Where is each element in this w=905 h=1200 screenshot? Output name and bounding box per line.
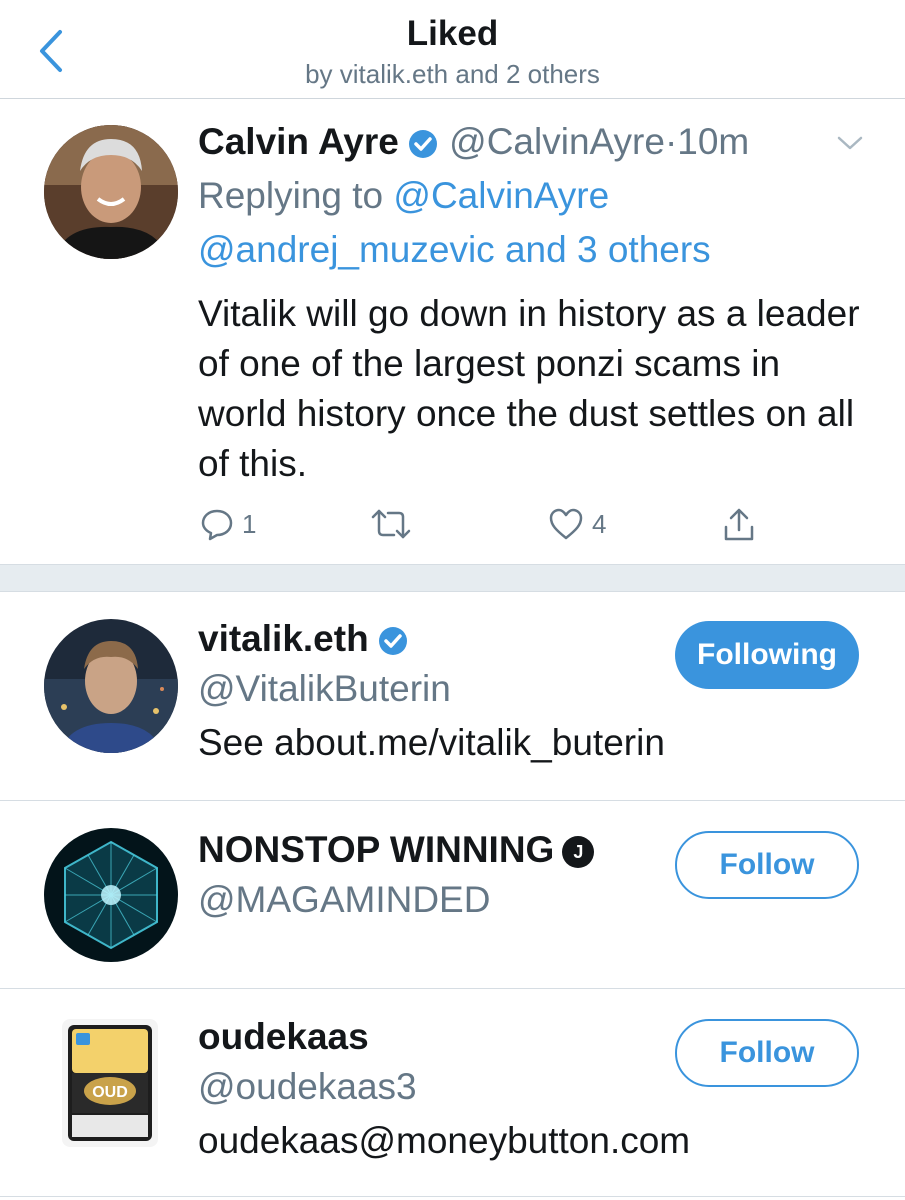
user-row[interactable]: OUD oudekaas @oudekaas3 oudekaas@moneybu… xyxy=(0,989,905,1197)
user-name-text: vitalik.eth xyxy=(198,618,369,659)
user-handle[interactable]: @MAGAMINDED xyxy=(198,879,490,921)
user-handle[interactable]: @oudekaas3 xyxy=(198,1066,417,1108)
user-bio: See about.me/vitalik_buterin xyxy=(198,722,665,763)
tweet-author-handle[interactable]: @CalvinAyre xyxy=(449,121,665,162)
verified-badge-icon xyxy=(408,130,437,159)
retweet-icon xyxy=(371,509,411,539)
oudekaas-avatar[interactable]: OUD xyxy=(62,1019,158,1147)
replying-to-label: Replying to xyxy=(198,175,384,216)
section-divider xyxy=(0,564,905,592)
separator-dot: · xyxy=(664,121,678,162)
liked-tweet[interactable]: Calvin Ayre @CalvinAyre·10m Replying to … xyxy=(0,99,905,564)
chevron-down-icon[interactable] xyxy=(836,133,864,153)
user-name-text: NONSTOP WINNING xyxy=(198,829,555,870)
like-count: 4 xyxy=(592,508,607,539)
page-subtitle: by vitalik.eth and 2 others xyxy=(305,59,600,89)
reply-count: 1 xyxy=(242,508,257,539)
user-row[interactable]: NONSTOP WINNING J @MAGAMINDED Follow xyxy=(0,801,905,989)
top-nav-bar: Liked by vitalik.eth and 2 others xyxy=(0,0,905,99)
nonstop-winning-avatar[interactable] xyxy=(44,828,178,962)
reply-button[interactable]: 1 xyxy=(200,507,256,541)
page-title: Liked xyxy=(406,14,499,53)
j-badge-icon: J xyxy=(562,836,595,869)
user-bio: oudekaas@moneybutton.com xyxy=(198,1120,691,1161)
vitalik-avatar[interactable] xyxy=(44,619,178,753)
follow-button[interactable]: Follow xyxy=(675,1019,859,1087)
share-icon xyxy=(724,508,754,541)
user-name[interactable]: oudekaas xyxy=(198,1016,369,1058)
replying-to-line: Replying to @CalvinAyre xyxy=(198,175,609,217)
user-name[interactable]: vitalik.eth xyxy=(198,618,409,660)
retweet-button[interactable] xyxy=(370,507,412,541)
oud-label: OUD xyxy=(92,1084,128,1101)
verified-badge-icon xyxy=(378,627,407,656)
tweet-header: Calvin Ayre @CalvinAyre·10m xyxy=(198,121,749,163)
like-button[interactable]: 4 xyxy=(548,507,606,541)
share-button[interactable] xyxy=(722,507,756,543)
following-button[interactable]: Following xyxy=(675,621,859,689)
tweet-author-name[interactable]: Calvin Ayre xyxy=(198,121,399,162)
user-name[interactable]: NONSTOP WINNING J xyxy=(198,829,595,871)
user-handle[interactable]: @VitalikButerin xyxy=(198,668,451,710)
tweet-time: 10m xyxy=(677,121,750,162)
reply-icon xyxy=(201,509,233,541)
heart-icon xyxy=(549,508,583,540)
tweet-text: Vitalik will go down in history as a lea… xyxy=(198,293,860,484)
replying-to-line-2: @andrej_muzevic and 3 others xyxy=(198,229,711,271)
user-row[interactable]: vitalik.eth @VitalikButerin See about.me… xyxy=(0,591,905,801)
replying-to-link-2[interactable]: @andrej_muzevic and 3 others xyxy=(198,229,711,270)
follow-button[interactable]: Follow xyxy=(675,831,859,899)
replying-to-link-1[interactable]: @CalvinAyre xyxy=(393,175,609,216)
calvin-ayre-avatar[interactable] xyxy=(44,125,178,259)
